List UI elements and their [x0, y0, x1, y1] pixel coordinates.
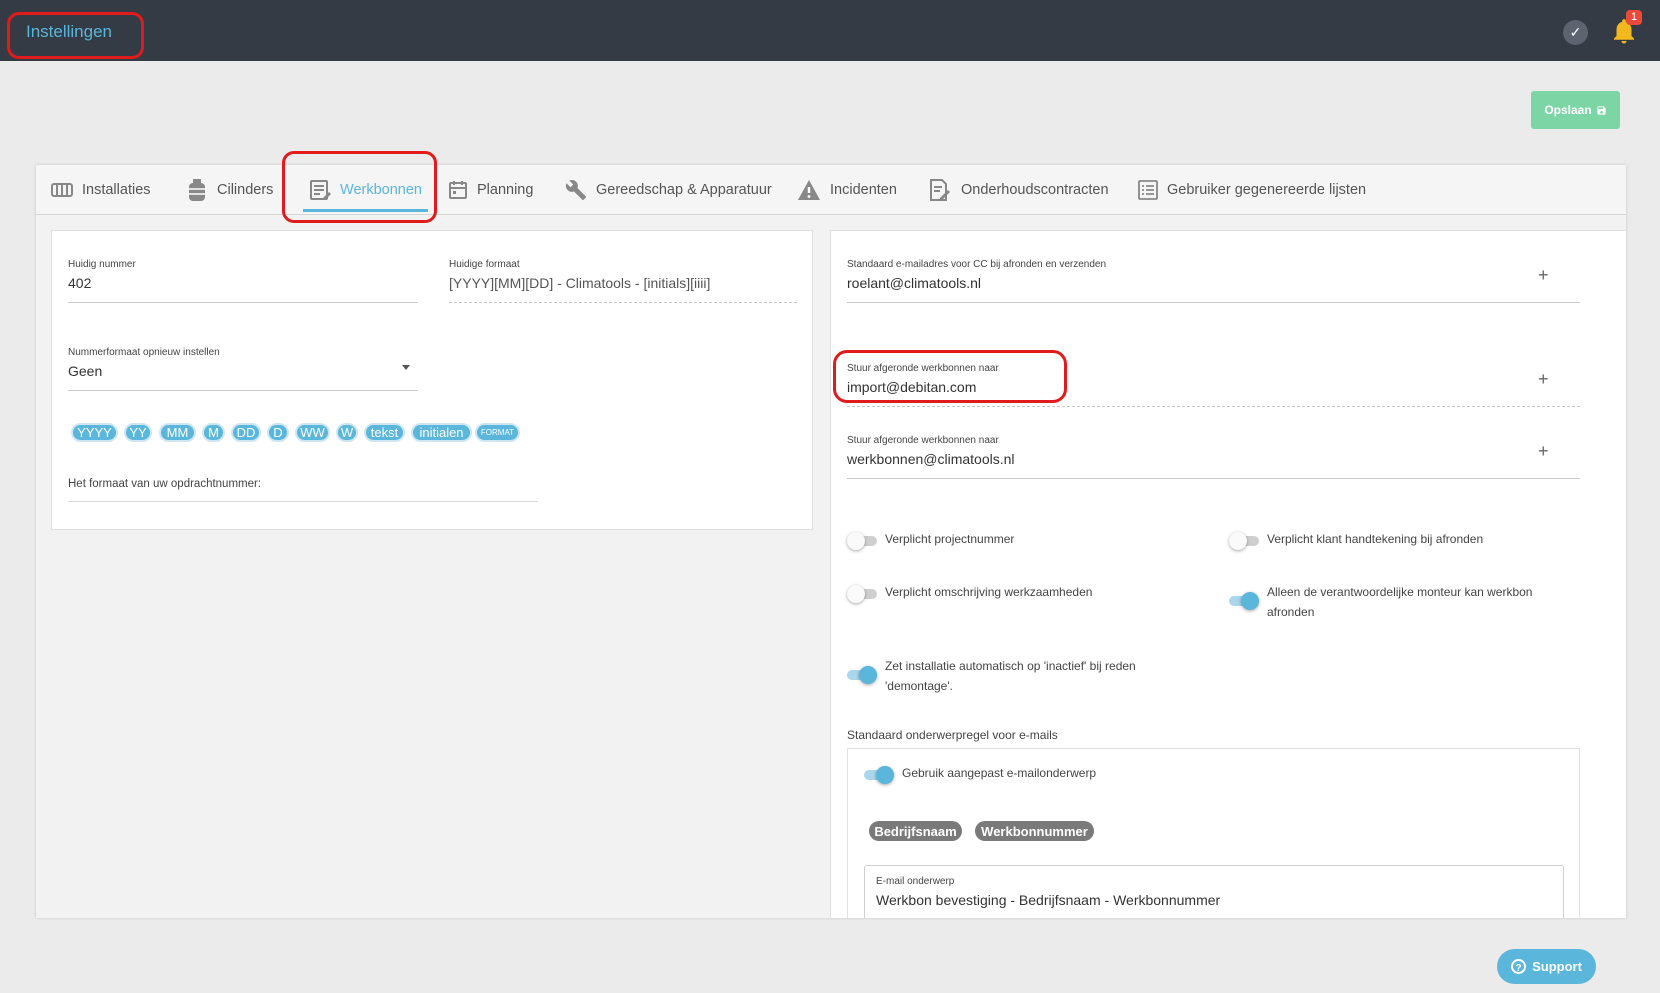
cc-email-label: Standaard e-mailadres voor CC bij afrond… — [847, 259, 1107, 270]
list-icon — [1138, 179, 1158, 200]
chip-tekst[interactable]: tekst — [364, 423, 405, 442]
toggle-customer-signature[interactable] — [1229, 532, 1259, 550]
send1-value[interactable]: import@debitan.com — [847, 379, 976, 395]
toggle-project-number[interactable] — [847, 532, 877, 550]
subject-section-label: Standaard onderwerpregel voor e-mails — [847, 728, 1058, 742]
chip-initialen[interactable]: initialen — [411, 423, 472, 442]
current-format-label: Huidige formaat — [449, 259, 520, 270]
email-settings-card: Standaard e-mailadres voor CC bij afrond… — [830, 230, 1626, 918]
tab-label: Installaties — [82, 181, 151, 198]
tab-planning[interactable]: Planning — [448, 165, 533, 214]
tab-label: Planning — [477, 181, 534, 198]
toggle-custom-subject[interactable] — [864, 766, 894, 784]
chip-format[interactable]: FORMAT — [475, 423, 520, 442]
wrench-icon — [565, 179, 587, 200]
toggle-auto-inactive[interactable] — [847, 666, 877, 684]
contract-icon — [930, 178, 950, 201]
support-label: Support — [1532, 959, 1582, 974]
page-title: Instellingen — [26, 22, 113, 41]
notification-badge: 1 — [1626, 10, 1642, 25]
number-format-card: Huidig nummer 402 Huidige formaat [YYYY]… — [51, 230, 813, 530]
chip-dd[interactable]: DD — [231, 423, 261, 442]
chip-w[interactable]: W — [336, 423, 358, 442]
chip-m[interactable]: M — [202, 423, 225, 442]
email-subject-label: E-mail onderwerp — [876, 876, 955, 887]
support-button[interactable]: ? Support — [1497, 949, 1596, 984]
format-input-label: Het formaat van uw opdrachtnummer: — [68, 478, 262, 490]
floppy-icon — [1597, 105, 1606, 115]
toggle-work-description-label: Verplicht omschrijving werkzaamheden — [885, 585, 1093, 599]
chip-yyyy[interactable]: YYYY — [71, 423, 118, 442]
current-number-underline — [68, 302, 418, 303]
save-label: Opslaan — [1544, 103, 1592, 117]
settings-panel: Installaties Cilinders Werkbonnen Planni… — [36, 165, 1626, 918]
toggle-project-number-label: Verplicht projectnummer — [885, 532, 1015, 546]
email-subject-field[interactable]: E-mail onderwerp Werkbon bevestiging - B… — [864, 865, 1564, 918]
add-send1-icon[interactable]: + — [1538, 369, 1549, 390]
reset-format-underline — [68, 390, 418, 391]
current-number-value: 402 — [68, 275, 92, 291]
tab-incidenten[interactable]: Incidenten — [797, 165, 897, 214]
cylinder-icon — [189, 178, 205, 201]
email-subject-value[interactable]: Werkbon bevestiging - Bedrijfsnaam - Wer… — [876, 892, 1220, 908]
toggle-responsible-only[interactable] — [1229, 592, 1259, 610]
tab-werkbonnen[interactable]: Werkbonnen — [303, 165, 428, 214]
tab-bar: Installaties Cilinders Werkbonnen Planni… — [36, 165, 1626, 215]
send2-underline — [847, 478, 1580, 479]
reset-format-label: Nummerformaat opnieuw instellen — [68, 347, 220, 358]
toggle-work-description[interactable] — [847, 585, 877, 603]
tab-label: Onderhoudscontracten — [961, 181, 1109, 198]
tab-gereedschap[interactable]: Gereedschap & Apparatuur — [565, 165, 772, 214]
tab-label: Cilinders — [217, 181, 274, 198]
help-icon: ? — [1511, 959, 1527, 974]
cc-email-value[interactable]: roelant@climatools.nl — [847, 275, 981, 291]
current-format-value: [YYYY][MM][DD] - Climatools - [initials]… — [449, 275, 711, 291]
tab-label: Gereedschap & Apparatuur — [596, 181, 772, 198]
send2-value[interactable]: werkbonnen@climatools.nl — [847, 451, 1015, 467]
tab-installaties[interactable]: Installaties — [51, 165, 151, 214]
tab-cilinders[interactable]: Cilinders — [186, 165, 273, 214]
cc-email-underline — [847, 302, 1580, 303]
tab-onderhoudscontracten[interactable]: Onderhoudscontracten — [928, 165, 1109, 214]
format-input[interactable] — [68, 501, 538, 502]
document-edit-icon — [310, 179, 332, 200]
add-cc-icon[interactable]: + — [1538, 265, 1549, 286]
toggle-customer-signature-label: Verplicht klant handtekening bij afronde… — [1267, 532, 1484, 546]
save-button[interactable]: Opslaan — [1531, 91, 1620, 129]
add-send2-icon[interactable]: + — [1538, 441, 1549, 462]
reset-format-select[interactable]: Geen — [68, 363, 102, 379]
chip-mm[interactable]: MM — [159, 423, 196, 442]
current-number-label: Huidig nummer — [68, 259, 136, 270]
chip-yy[interactable]: YY — [124, 423, 152, 442]
toggle-custom-subject-label: Gebruik aangepast e-mailonderwerp — [902, 766, 1097, 780]
calendar-icon — [449, 180, 467, 199]
send2-label: Stuur afgeronde werkbonnen naar — [847, 435, 999, 446]
current-format-underline — [449, 302, 797, 303]
tab-label: Werkbonnen — [340, 181, 422, 198]
chip-d[interactable]: D — [267, 423, 289, 442]
chevron-down-icon[interactable] — [400, 361, 412, 373]
chip-werkbonnummer[interactable]: Werkbonnummer — [975, 821, 1094, 841]
radiator-icon — [51, 182, 73, 197]
top-bar: Instellingen ✓ 1 — [0, 0, 1660, 61]
send1-label: Stuur afgeronde werkbonnen naar — [847, 363, 999, 374]
chip-ww[interactable]: WW — [295, 423, 330, 442]
checkmark-icon[interactable]: ✓ — [1563, 20, 1588, 45]
chip-bedrijfsnaam[interactable]: Bedrijfsnaam — [869, 821, 962, 841]
toggle-auto-inactive-label: Zet installatie automatisch op 'inactief… — [885, 659, 1136, 693]
send1-underline — [847, 406, 1580, 407]
tab-label: Incidenten — [830, 181, 897, 198]
tab-gebruikerslijsten[interactable]: Gebruiker gegenereerde lijsten — [1138, 165, 1366, 214]
subject-settings-box: Gebruik aangepast e-mailonderwerp Bedrij… — [847, 748, 1580, 918]
tab-label: Gebruiker gegenereerde lijsten — [1167, 181, 1367, 198]
toggle-responsible-only-label: Alleen de verantwoordelijke monteur kan … — [1267, 585, 1533, 619]
warning-icon — [798, 179, 820, 200]
format-chip-group: YYYY YY MM M DD D WW W tekst initialen F… — [71, 423, 541, 443]
